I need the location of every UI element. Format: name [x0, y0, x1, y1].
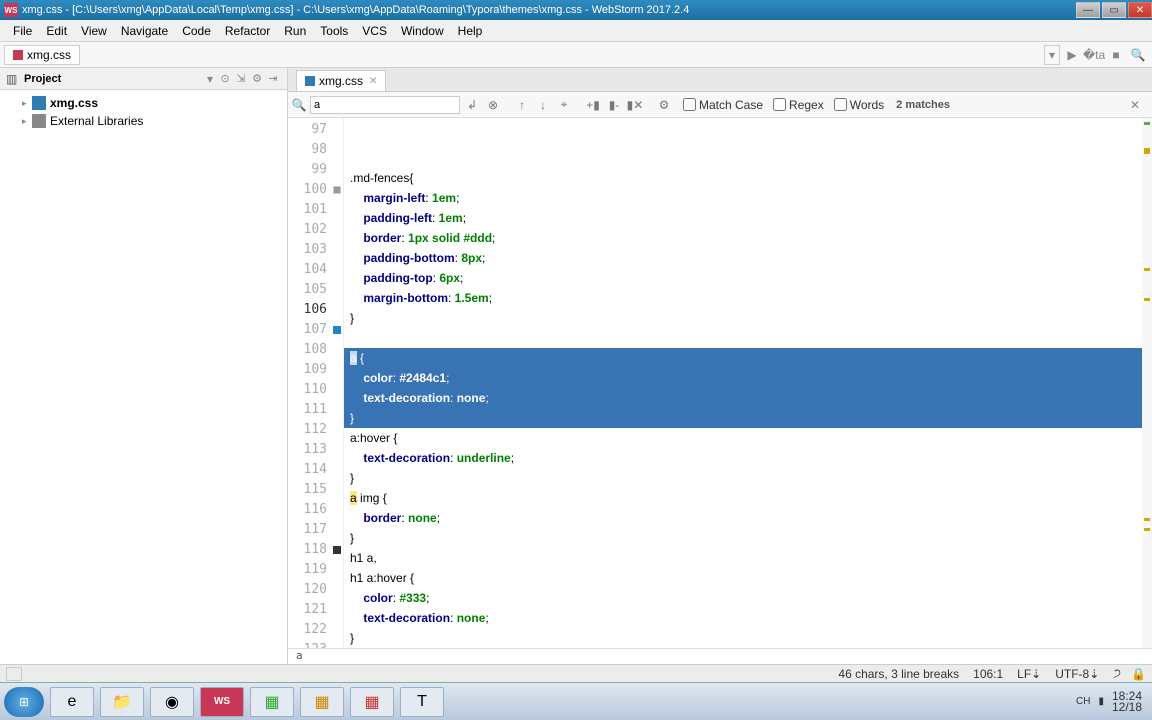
- menu-code[interactable]: Code: [175, 22, 218, 40]
- prev-match-icon[interactable]: ↑: [513, 96, 531, 114]
- find-bar: 🔍 ↲ ⊗ ↑ ↓ ⌖ +▮ ▮- ▮✕ ⚙ Match Case Regex …: [288, 92, 1152, 118]
- start-button[interactable]: ⊞: [4, 687, 44, 717]
- locate-icon[interactable]: ⊙: [217, 71, 233, 87]
- editor-breadcrumb[interactable]: a: [288, 648, 1152, 664]
- editor-area: xmg.css ✕ 🔍 ↲ ⊗ ↑ ↓ ⌖ +▮ ▮- ▮✕ ⚙ Match C…: [288, 68, 1152, 664]
- next-match-icon[interactable]: ↓: [534, 96, 552, 114]
- taskbar-ie-icon[interactable]: e: [50, 687, 94, 717]
- menu-tools[interactable]: Tools: [313, 22, 355, 40]
- remove-selection-icon[interactable]: ▮-: [605, 96, 623, 114]
- regex-checkbox[interactable]: Regex: [773, 98, 824, 112]
- taskbar-explorer-icon[interactable]: 📁: [100, 687, 144, 717]
- taskbar-chrome-icon[interactable]: ◉: [150, 687, 194, 717]
- taskbar-app-icon[interactable]: ▦: [350, 687, 394, 717]
- tray-lang[interactable]: CH: [1076, 696, 1090, 707]
- title-bar: WS xmg.css - [C:\Users\xmg\AppData\Local…: [0, 0, 1152, 20]
- tree-lib-item[interactable]: ▸ External Libraries: [0, 112, 287, 130]
- status-selection: 46 chars, 3 line breaks: [838, 667, 959, 681]
- status-context[interactable]: ੭: [1113, 666, 1121, 681]
- history-icon[interactable]: ↲: [463, 96, 481, 114]
- menu-view[interactable]: View: [74, 22, 114, 40]
- system-tray: CH ▮ 18:2412/18: [1068, 691, 1148, 713]
- search-icon: 🔍: [292, 98, 306, 112]
- code-content[interactable]: .md-fences{ margin-left: 1em; padding-le…: [344, 118, 1152, 648]
- find-input[interactable]: [310, 96, 460, 114]
- close-find-icon[interactable]: ✕: [1126, 96, 1144, 114]
- match-case-checkbox[interactable]: Match Case: [683, 98, 763, 112]
- project-sidebar: ▥ Project ▾ ⊙ ⇲ ⚙ ⇥ ▸ xmg.css ▸ External…: [0, 68, 288, 664]
- clear-icon[interactable]: ⊗: [484, 96, 502, 114]
- run-config-dropdown[interactable]: ▾: [1044, 45, 1060, 65]
- window-title: xmg.css - [C:\Users\xmg\AppData\Local\Te…: [22, 4, 1074, 16]
- taskbar-webstorm-icon[interactable]: WS: [200, 687, 244, 717]
- words-checkbox[interactable]: Words: [834, 98, 884, 112]
- taskbar-app-icon[interactable]: ▦: [300, 687, 344, 717]
- add-selection-icon[interactable]: +▮: [584, 96, 602, 114]
- settings-gear-icon[interactable]: ⚙: [655, 96, 673, 114]
- library-icon: [32, 114, 46, 128]
- taskbar-app-icon[interactable]: T: [400, 687, 444, 717]
- app-icon: WS: [4, 3, 18, 17]
- select-all-icon[interactable]: ⌖: [555, 96, 573, 114]
- line-gutter: 9798991001011021031041051061071081091101…: [288, 118, 344, 648]
- search-everywhere-icon[interactable]: 🔍: [1128, 45, 1148, 65]
- status-bar: 46 chars, 3 line breaks 106:1 LF⇣ UTF-8⇣…: [0, 664, 1152, 682]
- maximize-button[interactable]: ▭: [1102, 2, 1126, 18]
- status-line-ending[interactable]: LF⇣: [1017, 667, 1041, 681]
- window-controls: — ▭ ✕: [1074, 2, 1152, 18]
- menu-navigate[interactable]: Navigate: [114, 22, 175, 40]
- code-editor[interactable]: 9798991001011021031041051061071081091101…: [288, 118, 1152, 648]
- tab-label: xmg.css: [319, 74, 363, 88]
- minimize-button[interactable]: —: [1076, 2, 1100, 18]
- menu-file[interactable]: File: [6, 22, 39, 40]
- gear-icon[interactable]: ⚙: [249, 71, 265, 87]
- chevron-right-icon: ▸: [22, 98, 32, 109]
- tree-item-label: External Libraries: [50, 114, 143, 128]
- lock-icon[interactable]: 🔒: [1131, 667, 1146, 681]
- match-count: 2 matches: [896, 99, 950, 111]
- exclude-icon[interactable]: ▮✕: [626, 96, 644, 114]
- tray-flag-icon[interactable]: ▮: [1098, 696, 1104, 707]
- stop-button[interactable]: ■: [1106, 45, 1126, 65]
- menu-vcs[interactable]: VCS: [355, 22, 394, 40]
- menu-edit[interactable]: Edit: [39, 22, 74, 40]
- project-icon: ▥: [6, 72, 20, 86]
- hide-icon[interactable]: ⇥: [265, 71, 281, 87]
- status-position[interactable]: 106:1: [973, 667, 1003, 681]
- breadcrumb-file: xmg.css: [27, 48, 71, 62]
- menu-run[interactable]: Run: [277, 22, 313, 40]
- menu-window[interactable]: Window: [394, 22, 451, 40]
- main-toolbar: xmg.css ▾ ▶ �ta ■ 🔍: [0, 42, 1152, 68]
- css-file-icon: [13, 50, 23, 60]
- menu-help[interactable]: Help: [451, 22, 490, 40]
- taskbar-app-icon[interactable]: ▦: [250, 687, 294, 717]
- chevron-right-icon: ▸: [22, 116, 32, 127]
- tree-item-label: xmg.css: [50, 96, 98, 110]
- error-stripe[interactable]: [1142, 118, 1152, 648]
- run-button[interactable]: ▶: [1062, 45, 1082, 65]
- project-tree: ▸ xmg.css ▸ External Libraries: [0, 90, 287, 134]
- breadcrumb-tab[interactable]: xmg.css: [4, 45, 80, 65]
- menu-bar: FileEditViewNavigateCodeRefactorRunTools…: [0, 20, 1152, 42]
- tool-window-toggle[interactable]: [6, 667, 22, 681]
- project-header[interactable]: ▥ Project ▾ ⊙ ⇲ ⚙ ⇥: [0, 68, 287, 90]
- close-tab-icon[interactable]: ✕: [369, 76, 377, 87]
- project-label: Project: [24, 73, 207, 85]
- css-file-icon: [32, 96, 46, 110]
- collapse-icon[interactable]: ⇲: [233, 71, 249, 87]
- editor-tab[interactable]: xmg.css ✕: [296, 70, 386, 91]
- tray-clock[interactable]: 18:2412/18: [1112, 691, 1142, 713]
- dropdown-icon[interactable]: ▾: [207, 72, 213, 86]
- windows-taskbar: ⊞ e 📁 ◉ WS ▦ ▦ ▦ T CH ▮ 18:2412/18: [0, 682, 1152, 720]
- tree-file-item[interactable]: ▸ xmg.css: [0, 94, 287, 112]
- menu-refactor[interactable]: Refactor: [218, 22, 277, 40]
- editor-tabs: xmg.css ✕: [288, 68, 1152, 92]
- status-encoding[interactable]: UTF-8⇣: [1055, 667, 1099, 681]
- css-file-icon: [305, 76, 315, 86]
- close-button[interactable]: ✕: [1128, 2, 1152, 18]
- debug-button[interactable]: �ta: [1084, 45, 1104, 65]
